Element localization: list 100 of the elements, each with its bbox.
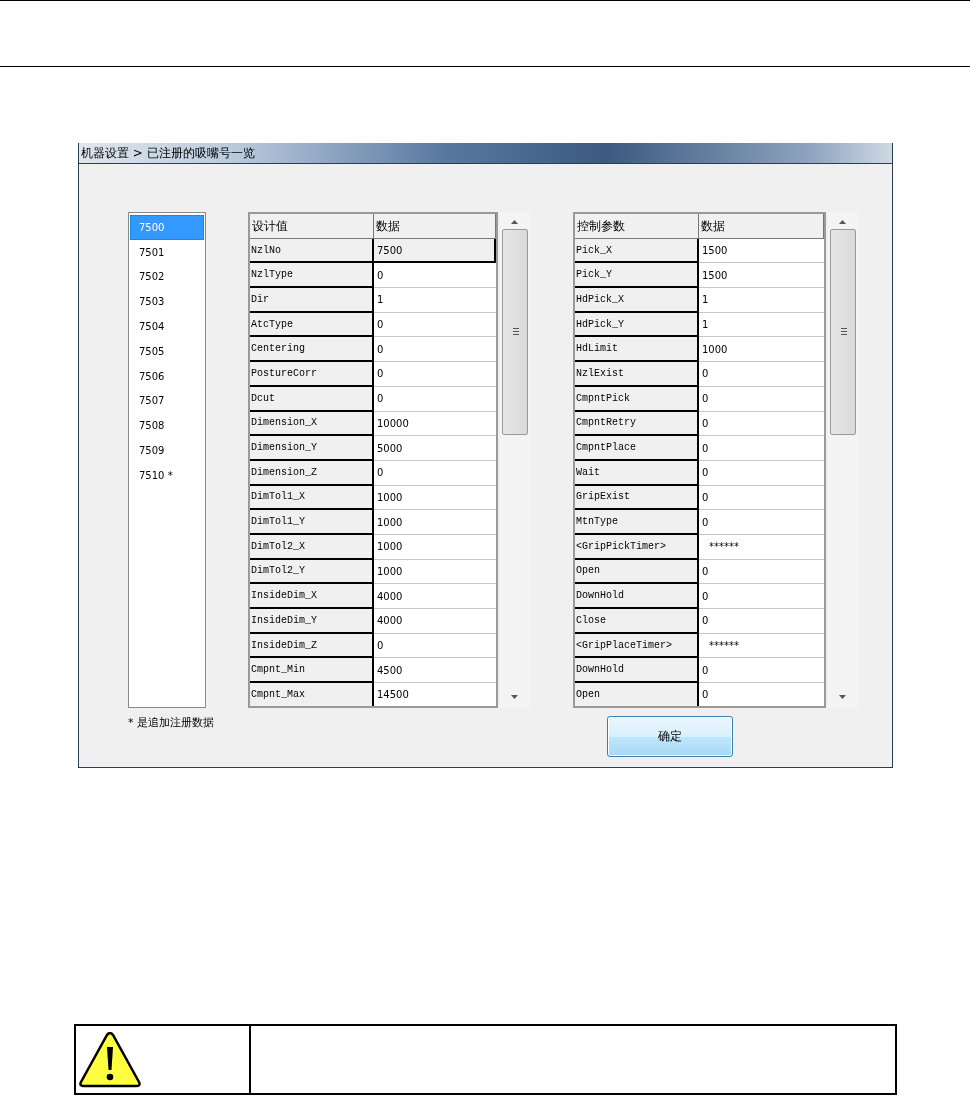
warning-icon: [79, 1031, 141, 1088]
value-cell[interactable]: 0: [374, 633, 496, 659]
scrollbar[interactable]: [828, 212, 858, 708]
nozzle-list[interactable]: 7500 7501 7502 7503 7504 7505 7506 7507 7508 7509 7510 *: [128, 212, 206, 708]
value-cell[interactable]: 1000: [374, 559, 496, 585]
list-item[interactable]: 7506: [130, 363, 204, 389]
parameter-name-cell: Open: [575, 559, 699, 585]
value-cell[interactable]: 1000: [699, 337, 824, 363]
value-cell[interactable]: 0: [374, 263, 496, 289]
value-cell[interactable]: 0: [374, 362, 496, 387]
parameter-name-cell: MtnType: [575, 510, 699, 535]
ok-button[interactable]: 确定: [607, 716, 733, 757]
parameter-name-cell: Dimension_Y: [250, 436, 374, 461]
value-cell[interactable]: 5000: [374, 436, 496, 461]
value-cell[interactable]: 0: [699, 460, 824, 486]
parameter-name-cell: Open: [575, 683, 699, 706]
parameter-name-cell: Dimension_Z: [250, 460, 374, 486]
list-item[interactable]: 7501: [130, 239, 204, 265]
parameter-name-cell: Cmpnt_Min: [250, 658, 374, 684]
value-cell[interactable]: 4000: [374, 609, 496, 634]
value-cell[interactable]: 0: [699, 658, 824, 684]
column-header: 设计值: [250, 214, 374, 239]
parameter-name-cell: HdPick_X: [575, 288, 699, 313]
value-cell[interactable]: 1500: [699, 263, 824, 289]
value-cell[interactable]: 0: [374, 386, 496, 412]
value-cell[interactable]: 0: [699, 559, 824, 585]
list-item[interactable]: 7510 *: [130, 462, 204, 488]
scroll-down-icon[interactable]: [839, 695, 846, 699]
value-cell[interactable]: 1000: [374, 534, 496, 560]
value-cell[interactable]: 0: [374, 460, 496, 486]
value-cell[interactable]: 14500: [374, 683, 496, 706]
value-cell[interactable]: 4500: [374, 658, 496, 684]
value-cell[interactable]: ******: [699, 633, 824, 659]
value-cell[interactable]: 0: [699, 386, 824, 412]
parameter-name-cell: DimTol1_X: [250, 485, 374, 511]
parameter-name-cell: DimTol1_Y: [250, 510, 374, 535]
parameter-name-cell: Wait: [575, 460, 699, 486]
parameter-name-cell: CmpntRetry: [575, 411, 699, 437]
list-item[interactable]: 7507: [130, 388, 204, 414]
parameter-name-cell: AtcType: [250, 312, 374, 338]
value-cell[interactable]: 0: [699, 584, 824, 609]
parameter-name-cell: DimTol2_Y: [250, 559, 374, 585]
grip-icon: [841, 328, 847, 335]
parameter-name-cell: DimTol2_X: [250, 534, 374, 560]
list-item[interactable]: 7505: [130, 339, 204, 364]
parameter-name-cell: DownHold: [575, 584, 699, 609]
parameter-name-cell: InsideDim_X: [250, 584, 374, 609]
parameter-name-cell: InsideDim_Y: [250, 609, 374, 634]
parameter-name-cell: GripExist: [575, 485, 699, 511]
value-cell[interactable]: 0: [699, 510, 824, 535]
breadcrumb: 机器设置 > 已注册的吸嘴号一览: [80, 144, 255, 162]
value-cell[interactable]: 0: [699, 683, 824, 706]
parameter-name-cell: Close: [575, 609, 699, 634]
list-item[interactable]: 7503: [130, 289, 204, 315]
column-header: 数据: [374, 214, 496, 239]
value-cell[interactable]: 0: [699, 485, 824, 511]
parameter-name-cell: <GripPlaceTimer>: [575, 633, 699, 659]
value-cell[interactable]: 10000: [374, 411, 496, 437]
value-cell[interactable]: 1: [699, 288, 824, 313]
parameter-name-cell: HdPick_Y: [575, 312, 699, 338]
parameter-name-cell: CmpntPick: [575, 386, 699, 412]
value-cell[interactable]: 0: [699, 436, 824, 461]
list-item[interactable]: 7504: [130, 314, 204, 339]
parameter-name-cell: NzlType: [250, 263, 374, 289]
column-header: 数据: [699, 214, 824, 239]
scrollbar-thumb[interactable]: [830, 229, 856, 435]
value-cell[interactable]: 0: [699, 609, 824, 634]
value-cell[interactable]: 0: [699, 411, 824, 437]
grip-icon: [513, 328, 519, 335]
value-cell[interactable]: 0: [374, 312, 496, 338]
parameter-name-cell: Dcut: [250, 386, 374, 412]
column-header: 控制参数: [575, 214, 699, 239]
value-cell[interactable]: ******: [699, 534, 824, 560]
value-cell[interactable]: 1: [699, 312, 824, 338]
list-item[interactable]: 7502: [130, 264, 204, 290]
parameter-name-cell: NzlExist: [575, 362, 699, 387]
parameter-name-cell: Centering: [250, 337, 374, 363]
value-cell[interactable]: 0: [374, 337, 496, 363]
parameter-name-cell: InsideDim_Z: [250, 633, 374, 659]
value-cell[interactable]: 1000: [374, 485, 496, 511]
parameter-name-cell: CmpntPlace: [575, 436, 699, 461]
parameter-name-cell: NzlNo: [250, 238, 374, 264]
parameter-name-cell: Pick_X: [575, 238, 699, 264]
list-item[interactable]: 7509: [130, 438, 204, 463]
scroll-up-icon[interactable]: [511, 220, 518, 224]
parameter-name-cell: PostureCorr: [250, 362, 374, 387]
parameter-name-cell: <GripPickTimer>: [575, 534, 699, 560]
value-cell[interactable]: 0: [699, 362, 824, 387]
list-item[interactable]: 7508: [130, 413, 204, 439]
scroll-up-icon[interactable]: [839, 220, 846, 224]
value-cell[interactable]: 4000: [374, 584, 496, 609]
value-cell[interactable]: 1000: [374, 510, 496, 535]
parameter-name-cell: HdLimit: [575, 337, 699, 363]
scrollbar-thumb[interactable]: [502, 229, 528, 435]
parameter-name-cell: Dir: [250, 288, 374, 313]
value-cell[interactable]: 1500: [699, 238, 824, 264]
scrollbar[interactable]: [500, 212, 530, 708]
value-cell[interactable]: 7500: [374, 238, 496, 264]
scroll-down-icon[interactable]: [511, 695, 518, 699]
value-cell[interactable]: 1: [374, 288, 496, 313]
